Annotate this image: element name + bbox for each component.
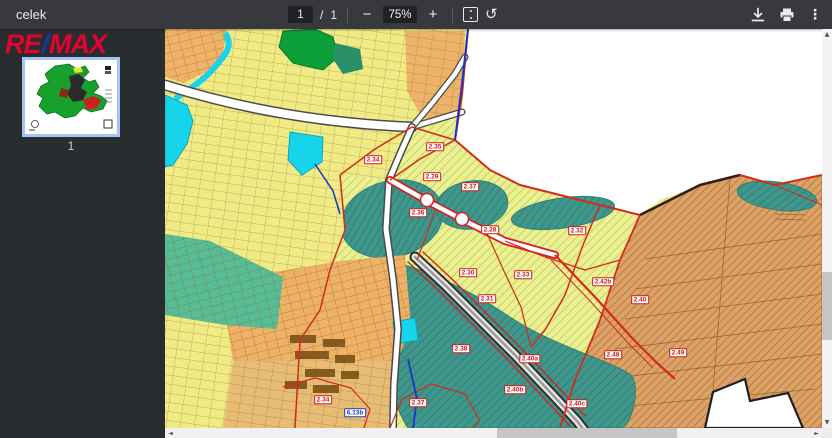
zone-label: 2.34 (364, 155, 382, 164)
remax-logo: RE/MAX (5, 31, 106, 58)
pdf-toolbar: celek 1 / 1 − 75% + ↺ ⋮ (0, 0, 832, 29)
vertical-scrollbar-thumb[interactable] (822, 272, 832, 340)
map-document-page[interactable]: 2.34 2.35 2.29 2.37 2.36 2.28 2.32 2.30 2.33 2.31… (165, 29, 822, 428)
zone-label: 2.42b (592, 277, 614, 286)
scroll-left-arrow[interactable]: ◄ (165, 428, 176, 438)
zone-label: 2.28 (481, 225, 499, 234)
zone-labels-layer: 2.34 2.35 2.29 2.37 2.36 2.28 2.32 2.30 2.33 2.31… (165, 29, 822, 428)
toolbar-separator (347, 7, 348, 23)
document-title: celek (16, 7, 46, 22)
page-thumbnail[interactable] (22, 57, 120, 137)
thumbnail-map-preview (25, 60, 117, 134)
zone-label: 2.38 (452, 344, 470, 353)
zone-label: 2.36 (409, 208, 427, 217)
zone-label: 2.40c (566, 399, 587, 408)
download-icon[interactable] (750, 7, 766, 23)
page-count: 1 (330, 8, 337, 22)
zone-label: 2.37 (461, 182, 479, 191)
thumbnail-page-number: 1 (22, 139, 120, 153)
zone-label: 2.40a (519, 354, 540, 363)
scroll-right-arrow[interactable]: ► (811, 428, 822, 438)
zone-label: 2.31 (478, 294, 496, 303)
zone-label: 6.13b (344, 408, 366, 417)
scroll-down-arrow[interactable]: ▼ (822, 417, 832, 428)
zone-label: 2.32 (568, 226, 586, 235)
horizontal-scrollbar[interactable]: ◄ ► (165, 428, 822, 438)
zone-label: 2.35 (426, 142, 444, 151)
zone-label: 2.33 (514, 270, 532, 279)
horizontal-scrollbar-thumb[interactable] (497, 428, 677, 438)
zone-label: 2.30 (459, 268, 477, 277)
zone-label: 2.40 (631, 295, 649, 304)
zone-label: 2.29 (423, 172, 441, 181)
print-icon[interactable] (779, 7, 795, 23)
remax-logo-slash: / (41, 29, 50, 59)
remax-logo-max: MAX (49, 29, 106, 59)
zoom-in-button[interactable]: + (424, 6, 442, 24)
zone-label: 2.34 (314, 395, 332, 404)
zone-label: 2.49 (669, 348, 687, 357)
page-divider: / (320, 8, 323, 22)
zoom-out-button[interactable]: − (358, 6, 376, 24)
rotate-counterclockwise-icon[interactable]: ↺ (485, 5, 498, 23)
vertical-scrollbar[interactable]: ▲ ▼ (822, 29, 832, 428)
toolbar-right-controls: ⋮ (750, 0, 822, 29)
toolbar-separator (452, 7, 453, 23)
zone-label: 2.37 (409, 398, 427, 407)
thumbnail-sidebar: RE/MAX 1 (0, 29, 165, 438)
remax-logo-re: RE (5, 29, 41, 59)
zone-label: 2.40b (504, 385, 526, 394)
scroll-up-arrow[interactable]: ▲ (822, 29, 832, 40)
fit-to-page-icon[interactable] (463, 7, 478, 22)
toolbar-center-controls: 1 / 1 − 75% + ↺ (288, 0, 498, 29)
zoom-level-input[interactable]: 75% (383, 6, 417, 23)
zone-label: 2.48 (604, 350, 622, 359)
page-number-input[interactable]: 1 (288, 6, 313, 23)
scrollbar-corner (822, 428, 832, 438)
more-options-icon[interactable]: ⋮ (808, 7, 822, 23)
